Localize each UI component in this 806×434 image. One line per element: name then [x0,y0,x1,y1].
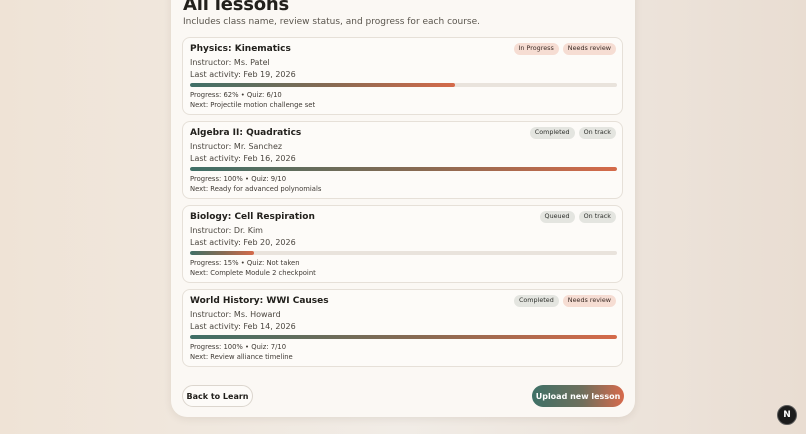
progress-bar [190,251,617,255]
progress-bar [190,167,617,171]
lesson-progress-text: Progress: 15% • Quiz: Not taken [190,259,300,267]
lesson-badges: Queued On track [539,211,616,223]
lesson-title: Algebra II: Quadratics [190,128,302,138]
progress-bar [190,335,617,339]
lesson-title: Physics: Kinematics [190,44,291,54]
progress-fill [190,335,617,339]
progress-bar [190,83,617,87]
lesson-card[interactable]: World History: WWI Causes Completed Need… [182,289,623,367]
lesson-next-step: Next: Complete Module 2 checkpoint [190,269,316,277]
lesson-progress-text: Progress: 100% • Quiz: 7/10 [190,343,287,351]
page-title: All lessons [183,0,290,15]
lesson-instructor: Instructor: Dr. Kim [190,226,263,235]
page-subtitle: Includes class name, review status, and … [183,17,481,27]
lesson-instructor: Instructor: Ms. Patel [190,58,270,67]
status-badge: Completed [529,127,575,139]
status-badge: In Progress [513,43,559,55]
review-badge: On track [578,211,616,223]
lesson-instructor: Instructor: Mr. Sanchez [190,142,283,151]
lesson-badges: Completed On track [529,127,616,139]
lesson-title: Biology: Cell Respiration [190,212,315,222]
lesson-last-activity: Last activity: Feb 20, 2026 [190,238,296,247]
review-badge: Needs review [562,295,616,307]
lesson-last-activity: Last activity: Feb 19, 2026 [190,70,296,79]
progress-fill [190,251,255,255]
review-badge: Needs review [562,43,616,55]
lesson-next-step: Next: Review alliance timeline [190,353,293,361]
status-badge: Completed [513,295,559,307]
progress-fill [190,167,617,171]
review-badge: On track [578,127,616,139]
lesson-progress-text: Progress: 62% • Quiz: 6/10 [190,91,282,99]
lesson-title: World History: WWI Causes [190,296,329,306]
lesson-card[interactable]: Biology: Cell Respiration Queued On trac… [182,205,623,283]
lesson-instructor: Instructor: Ms. Howard [190,310,281,319]
upload-new-lesson-button[interactable]: Upload new lesson [532,385,624,407]
lesson-last-activity: Last activity: Feb 16, 2026 [190,154,296,163]
lesson-card[interactable]: Physics: Kinematics In Progress Needs re… [182,37,623,115]
lesson-next-step: Next: Projectile motion challenge set [190,101,316,109]
lesson-card[interactable]: Algebra II: Quadratics Completed On trac… [182,121,623,199]
lesson-badges: Completed Needs review [513,295,616,307]
back-to-learn-button[interactable]: Back to Learn [182,385,253,407]
lesson-badges: In Progress Needs review [513,43,616,55]
n-logo-icon[interactable]: N [777,405,797,425]
lesson-progress-text: Progress: 100% • Quiz: 9/10 [190,175,287,183]
progress-fill [190,83,455,87]
lesson-last-activity: Last activity: Feb 14, 2026 [190,322,296,331]
lesson-next-step: Next: Ready for advanced polynomials [190,185,322,193]
status-badge: Queued [539,211,575,223]
